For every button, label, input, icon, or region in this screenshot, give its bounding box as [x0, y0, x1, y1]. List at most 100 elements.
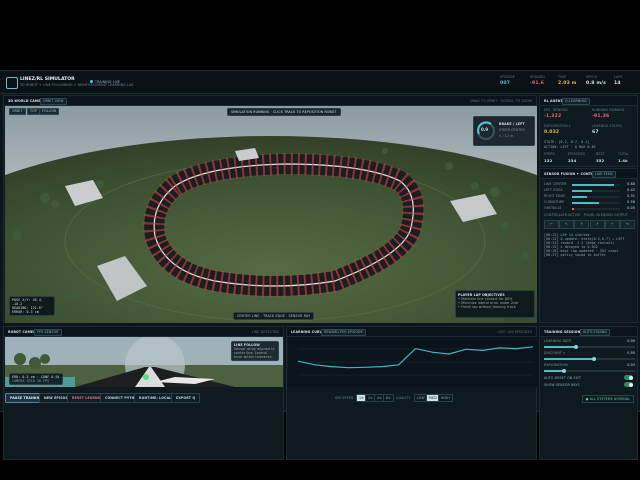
export-q-button[interactable]: EXPORT Q [171, 393, 201, 403]
metric-label: LAPS [614, 75, 623, 79]
sensor-bar-fill [572, 201, 599, 204]
view-button-top[interactable]: TOP [27, 108, 40, 115]
counter-label: TOTAL [618, 152, 629, 156]
sensor-bar: OBSTACLE 0.05 [544, 206, 635, 211]
sensor-bar-label: RIGHT EDGE [544, 194, 566, 198]
slider-exploration[interactable]: EXPLORATION 0.03 [544, 363, 635, 373]
counter-value: 352 [596, 157, 605, 163]
slider-learning-rate[interactable]: LEARNING RATE 0.05 [544, 339, 635, 349]
slider-knob[interactable] [562, 368, 567, 373]
action-up-right-button[interactable]: ↗ [589, 220, 605, 229]
robot-detect-status: LINE DETECTED [251, 329, 279, 334]
lap-objectives: PLAYER LAP OBJECTIVES • Maintain line co… [455, 290, 535, 318]
session-autotune-tag: AUTO-TUNING [580, 329, 611, 336]
sensor-bar-fill [572, 207, 575, 210]
simulation-hint: SIMULATION RUNNING · CLICK TRACK TO REPO… [227, 108, 341, 116]
view-button-follow[interactable]: FOLLOW [39, 108, 60, 115]
telemetry-box: POSE X/Y: 45.4, -10.2 HEADING: 121.6° ER… [9, 296, 55, 316]
slider-track[interactable] [544, 368, 635, 373]
metric-laps: LAPS 14 [614, 75, 623, 86]
legend-sensor-ray: SENSOR RAY [288, 314, 311, 318]
slider-knob[interactable] [574, 344, 579, 349]
slider-label: LEARNING RATE [544, 339, 572, 343]
sensor-bar-value: 0.31 [627, 194, 635, 198]
stat-label: EPS. REWARD [544, 108, 568, 112]
rl-agent-panel: RL AGENT Q-LEARNING EPS. REWARD -1,322 RU… [539, 95, 638, 167]
toggle-auto-reset[interactable] [624, 375, 633, 380]
slider-value: 0.03 [627, 363, 635, 367]
slider-knob[interactable] [592, 356, 597, 361]
app-title: LINEZ/RL SIMULATOR [20, 77, 75, 82]
curve-panel-header: LEARNING CURVE REWARD PER EPISODE LAST 1… [287, 327, 536, 337]
slider-track[interactable] [544, 344, 635, 349]
sensor-bar-value: 0.56 [627, 200, 635, 204]
slider-value: 0.05 [627, 339, 635, 343]
slider-fill [544, 358, 595, 360]
sensor-panel-title: SENSOR FUSION + CONTROL [544, 171, 599, 176]
metric-time: TIME 2.03 m [558, 75, 577, 86]
view-button-orbit[interactable]: ORBIT [9, 108, 26, 115]
metric-label: TIME [558, 75, 567, 79]
sensor-bar-track [572, 183, 620, 186]
world-orbit-hint: DRAG TO ORBIT · SCROLL TO ZOOM [470, 98, 532, 103]
counter-value: 1.4k [618, 157, 628, 163]
slider-label: DISCOUNT γ [544, 351, 566, 355]
metric-label: EPISODE [500, 75, 515, 79]
world-camera-panel: 3D WORLD CAMERA ORBIT VIEW DRAG TO ORBIT… [3, 95, 537, 323]
action-forward-button[interactable]: ↑ [574, 220, 590, 229]
sensor-bar-label: LEFT EDGE [544, 188, 563, 192]
metric-label: SPEED [586, 75, 598, 79]
log-entry: [00:17] policy saved to buffer [544, 253, 607, 257]
counter-value: 132 [544, 157, 553, 163]
sensor-panel-header: SENSOR FUSION + CONTROL LIVE FEED [540, 169, 637, 179]
action-rotate-button[interactable]: ⟲ [619, 220, 635, 229]
sensor-bar-track [572, 201, 620, 204]
agent-action-line: ACTION: LEFT · Q MAX 0.82 [544, 145, 596, 149]
action-buttons: ← ↖ ↑ ↗ → ⟲ [544, 220, 635, 229]
sim-speed-label: SIM SPEED [335, 395, 354, 400]
stat-learned-states: LEARNED STATES 67 [592, 124, 622, 135]
toggle-sensor-rays[interactable] [624, 382, 633, 387]
counter-label: STEPS [544, 152, 555, 156]
quality-option-high[interactable]: HIGH [438, 394, 453, 402]
legend-center-line: CENTER LINE [237, 314, 260, 318]
agent-algo-tag: Q-LEARNING [562, 98, 590, 105]
sensor-bar-value: 0.05 [627, 206, 635, 210]
metric-value: -91.6 [530, 81, 544, 86]
metric-label: REWARD [530, 75, 545, 79]
sensor-bar-label: LINE CENTER [544, 182, 567, 186]
curve-range-label: LAST 100 EPISODES [497, 329, 532, 334]
footer-toolbar: PAUSE TRAINING NEW EPISODE RESET LEARNIN… [0, 391, 640, 405]
sensor-bar-track [572, 189, 620, 192]
app-logo-icon [6, 77, 18, 89]
slider-fill [544, 370, 565, 372]
speed-option-8x[interactable]: 8× [383, 394, 394, 402]
sensor-bar-fill [572, 183, 615, 186]
top-bar: LINEZ/RL SIMULATOR 3D ROBOT + LINE FOLLO… [0, 71, 640, 94]
sensor-bar-fill [572, 195, 587, 198]
fpv-readout: ERR: 0.3 cm · CONF 0.94 CAMERA FEED 30 F… [9, 373, 63, 385]
action-left-button[interactable]: ← [544, 220, 559, 229]
world-3d-viewport[interactable]: ORBIT TOP FOLLOW SIMULATION RUNNING · CL… [5, 106, 537, 323]
toggle-auto-reset-label: AUTO-RESET ON EXIT [544, 376, 582, 380]
sensor-bar: LEFT EDGE 0.42 [544, 188, 635, 193]
event-log: [00:12] LAP 14 started [00:13] Q-update:… [544, 233, 635, 257]
telemetry-pose: POSE X/Y: 45.4, -10.2 [12, 298, 44, 306]
legend-track-edge: TRACK EDGE [263, 314, 286, 318]
slider-discount[interactable]: DISCOUNT γ 0.95 [544, 351, 635, 361]
robot-panel-header: ROBOT CAMERA FPV SENSOR LINE DETECTED [4, 327, 283, 337]
action-up-left-button[interactable]: ↖ [559, 220, 575, 229]
objective-item: • Finish lap without leaving track [458, 305, 516, 309]
action-right-button[interactable]: → [604, 220, 620, 229]
gauge-label: BRAKE / LEFT [499, 122, 525, 126]
session-panel-header: TRAINING SESSION AUTO-TUNING [540, 327, 637, 337]
gauge-value: 0.9 [481, 127, 489, 132]
training-status: TRAINING LIVE [90, 80, 120, 84]
controller-status: CONTROLLER ACTIVE · PID/RL BLENDED OUTPU… [544, 213, 628, 217]
slider-value: 0.95 [627, 351, 635, 355]
telemetry-error: ERROR: 0.3 cm [12, 310, 39, 314]
stat-value: -91.36 [592, 113, 610, 119]
fpv-target-marker [143, 374, 149, 380]
slider-track[interactable] [544, 356, 635, 361]
stat-running-reward: RUNNING REWARD -91.36 [592, 108, 624, 119]
